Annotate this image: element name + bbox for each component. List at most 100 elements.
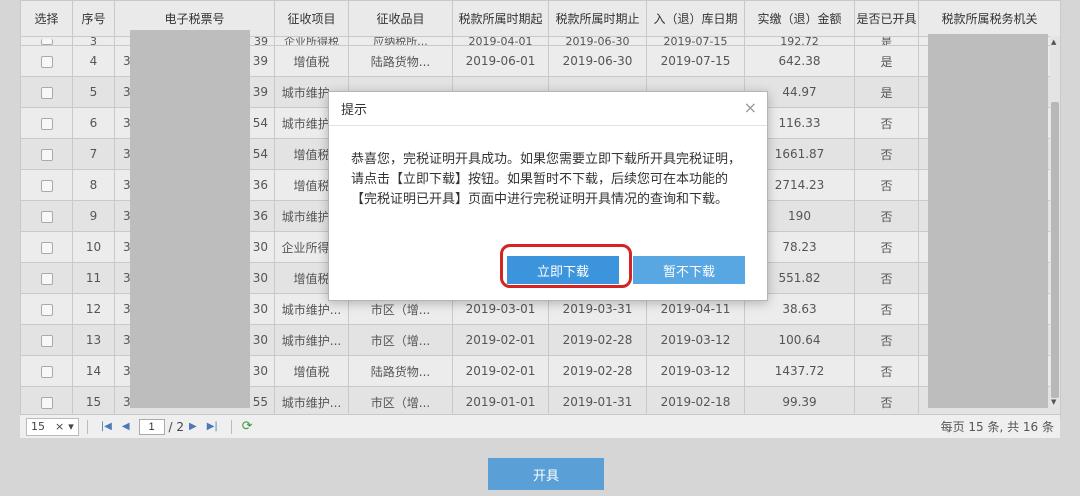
end-cell: 2019-02-28 (548, 355, 647, 387)
row-checkbox[interactable] (40, 148, 53, 161)
product-cell: 应纳税所... (348, 36, 453, 46)
row-checkbox[interactable] (40, 365, 53, 378)
prev-page-icon[interactable]: ◀ (122, 421, 130, 432)
column-header: 税款所属时期止 (548, 0, 647, 37)
column-header: 征收项目 (274, 0, 349, 37)
row-checkbox[interactable] (40, 117, 53, 130)
issued-cell: 是 (854, 76, 919, 108)
amount-cell: 642.38 (744, 45, 855, 77)
issued-cell: 否 (854, 200, 919, 232)
ticket-tail: 30 (252, 333, 268, 347)
end-cell: 2019-06-30 (548, 45, 647, 77)
column-header: 征收品目 (348, 0, 453, 37)
issued-cell: 否 (854, 293, 919, 325)
dialog-message: 恭喜您，完税证明开具成功。如果您需要立即下载所开具完税证明，请点击【立即下载】按… (351, 152, 742, 207)
row-checkbox-cell[interactable] (20, 107, 73, 139)
row-checkbox[interactable] (40, 86, 53, 99)
row-checkbox[interactable] (40, 179, 53, 192)
redacted-tax-office (928, 34, 1048, 408)
ticket-tail: 36 (252, 209, 268, 223)
date-cell: 2019-07-15 (646, 36, 745, 46)
start-cell: 2019-01-01 (452, 386, 549, 418)
redacted-ticket-numbers (130, 30, 250, 408)
amount-cell: 100.64 (744, 324, 855, 356)
row-checkbox-cell[interactable] (20, 355, 73, 387)
issue-button[interactable]: 开具 (488, 458, 604, 490)
seq-cell: 9 (72, 200, 115, 232)
ticket-tail: 54 (252, 116, 268, 130)
chevron-down-icon[interactable]: ▾ (68, 420, 74, 433)
page-number-input[interactable] (138, 418, 165, 435)
issued-cell: 否 (854, 231, 919, 263)
item-cell: 企业所得税 (274, 36, 349, 46)
page-size-select[interactable]: 15 × ▾ (26, 417, 79, 436)
column-header: 选择 (20, 0, 73, 37)
date-cell: 2019-03-12 (646, 324, 745, 356)
column-header: 税款所属税务机关 (918, 0, 1061, 37)
date-cell: 2019-07-15 (646, 45, 745, 77)
scroll-thumb[interactable] (1051, 102, 1059, 398)
row-checkbox-cell[interactable] (20, 231, 73, 263)
clear-icon[interactable]: × (55, 420, 64, 433)
seq-cell: 12 (72, 293, 115, 325)
date-cell: 2019-03-12 (646, 355, 745, 387)
seq-cell: 14 (72, 355, 115, 387)
first-page-icon[interactable]: |◀ (101, 421, 112, 432)
row-checkbox-cell[interactable] (20, 386, 73, 418)
next-page-icon[interactable]: ▶ (189, 421, 197, 432)
end-cell: 2019-01-31 (548, 386, 647, 418)
scroll-down-icon[interactable]: ▼ (1051, 398, 1056, 406)
vertical-scrollbar[interactable]: ▲ ▼ (1050, 36, 1060, 408)
amount-cell: 1437.72 (744, 355, 855, 387)
ticket-tail: 39 (252, 54, 268, 68)
row-checkbox-cell[interactable] (20, 200, 73, 232)
item-cell: 城市维护... (274, 386, 349, 418)
download-later-button[interactable]: 暂不下载 (633, 256, 745, 284)
row-checkbox[interactable] (40, 241, 53, 254)
row-checkbox[interactable] (40, 396, 53, 409)
issued-cell: 否 (854, 169, 919, 201)
amount-cell: 192.72 (744, 36, 855, 46)
seq-cell: 6 (72, 107, 115, 139)
row-checkbox-cell[interactable] (20, 262, 73, 294)
scroll-up-icon[interactable]: ▲ (1051, 38, 1056, 46)
item-cell: 城市维护... (274, 324, 349, 356)
row-checkbox[interactable] (40, 210, 53, 223)
seq-cell: 4 (72, 45, 115, 77)
close-icon[interactable]: × (744, 100, 757, 116)
row-checkbox[interactable] (40, 334, 53, 347)
issued-cell: 否 (854, 355, 919, 387)
column-header: 入（退）库日期 (646, 0, 745, 37)
row-checkbox[interactable] (40, 39, 53, 45)
seq-cell: 8 (72, 169, 115, 201)
row-checkbox-cell[interactable] (20, 293, 73, 325)
row-checkbox[interactable] (40, 303, 53, 316)
last-page-icon[interactable]: ▶| (207, 421, 218, 432)
page-summary: 每页 15 条, 共 16 条 (940, 420, 1054, 434)
seq-cell: 7 (72, 138, 115, 170)
column-header: 税款所属时期起 (452, 0, 549, 37)
row-checkbox-cell[interactable] (20, 169, 73, 201)
issued-cell: 否 (854, 262, 919, 294)
row-checkbox-cell[interactable] (20, 76, 73, 108)
row-checkbox-cell[interactable] (20, 324, 73, 356)
date-cell: 2019-02-18 (646, 386, 745, 418)
seq-cell: 3 (72, 36, 115, 46)
row-checkbox-cell[interactable] (20, 36, 73, 46)
issued-cell: 否 (854, 324, 919, 356)
ticket-tail: 54 (252, 147, 268, 161)
start-cell: 2019-02-01 (452, 324, 549, 356)
row-checkbox[interactable] (40, 55, 53, 68)
row-checkbox-cell[interactable] (20, 138, 73, 170)
page-size-value: 15 (31, 420, 45, 433)
amount-cell: 99.39 (744, 386, 855, 418)
product-cell: 陆路货物... (348, 45, 453, 77)
refresh-icon[interactable]: ⟳ (242, 419, 253, 434)
ticket-tail: 30 (252, 364, 268, 378)
start-cell: 2019-04-01 (452, 36, 549, 46)
seq-cell: 13 (72, 324, 115, 356)
start-cell: 2019-06-01 (452, 45, 549, 77)
row-checkbox-cell[interactable] (20, 45, 73, 77)
product-cell: 陆路货物... (348, 355, 453, 387)
row-checkbox[interactable] (40, 272, 53, 285)
